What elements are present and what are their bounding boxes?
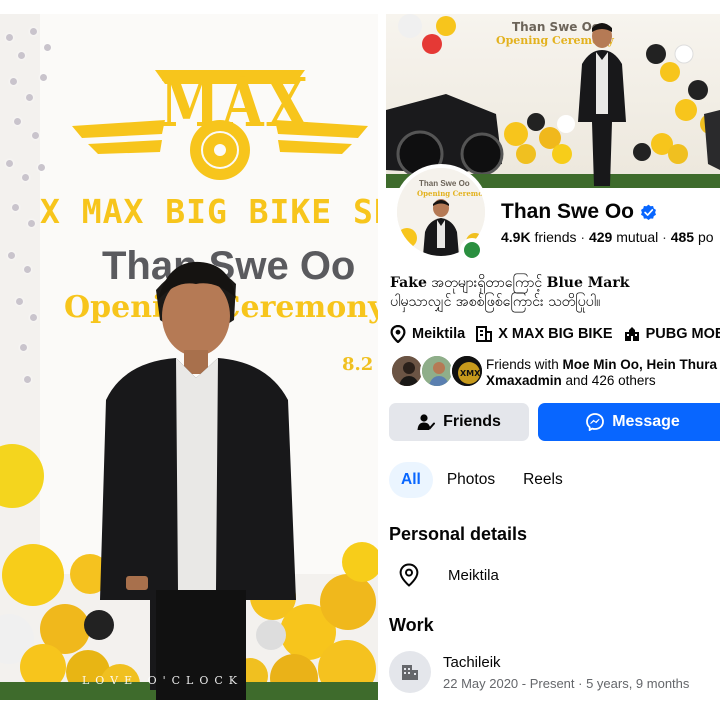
profile-name-text: Than Swe Oo xyxy=(501,200,635,223)
profile-tabs: All Photos Reels xyxy=(389,462,577,498)
friends-with-name-3: Xmaxadmin xyxy=(486,373,562,388)
friends-with-others: and 426 others xyxy=(561,373,656,388)
stats-separator: · xyxy=(580,229,586,245)
facebook-profile-panel: Than Swe Oo Opening Ceremony Than Swe Oo… xyxy=(380,0,720,720)
message-button-label: Message xyxy=(612,413,680,430)
location-pin-icon xyxy=(399,563,419,587)
mutual-friends-avatars[interactable]: XMX xyxy=(390,354,486,390)
intro-workplace[interactable]: X MAX BIG BIKE xyxy=(476,326,613,342)
friends-button-label: Friends xyxy=(443,413,501,430)
backdrop-logo-text: MAX xyxy=(160,62,310,142)
work-employer[interactable]: Tachileik xyxy=(443,654,501,671)
tab-all[interactable]: All xyxy=(389,462,433,498)
bio-text: အတုများရှိတာကြောင့် xyxy=(426,275,547,291)
work-icon-container xyxy=(389,651,431,693)
mutual-count[interactable]: 429 xyxy=(589,229,612,245)
profile-stats: 4.9K friends · 429 mutual · 485 po xyxy=(501,229,714,245)
work-section-title: Work xyxy=(389,615,434,635)
friends-with-names: Moe Min Oo, Hein Thura xyxy=(562,357,718,372)
tab-reels[interactable]: Reels xyxy=(509,462,577,498)
intro-hobby-text: PUBG MOBILE xyxy=(645,326,720,342)
friend-check-icon xyxy=(417,414,436,430)
friends-with-prefix: Friends with xyxy=(486,357,563,372)
stats-separator: · xyxy=(662,229,667,245)
profile-bio: Fake အတုများရှိတာကြောင့် Blue Mark ပါမှသ… xyxy=(390,274,629,312)
backdrop-shop-name: X MAX BIG BIKE SHOP xyxy=(40,192,378,231)
messenger-icon xyxy=(586,413,605,431)
mutual-label: mutual xyxy=(616,229,659,245)
verified-badge-icon xyxy=(641,204,656,220)
intro-hobby[interactable]: PUBG MOBILE xyxy=(624,326,720,342)
mutual-friends-text[interactable]: Friends with Moe Min Oo, Hein Thura Xmax… xyxy=(486,357,717,389)
building-icon xyxy=(402,665,418,680)
location-pin-icon xyxy=(390,325,406,343)
intro-location[interactable]: Meiktila xyxy=(390,325,465,343)
person-photo xyxy=(100,261,296,700)
svg-text:XMX: XMX xyxy=(460,369,481,378)
online-status-dot xyxy=(460,238,484,262)
personal-detail-location-text: Meiktila xyxy=(448,566,499,584)
cover-photo[interactable]: Than Swe Oo Opening Ceremony xyxy=(386,14,720,188)
mutual-friend-avatar: XMX xyxy=(450,354,484,388)
building-icon xyxy=(476,326,493,342)
bio-line-2: ပါမှသာလျှင် အစစ်ဖြစ်ကြောင်း သတိပြုပါ။ xyxy=(390,294,601,310)
work-dates: 22 May 2020 - Present · 5 years, 9 month… xyxy=(443,676,690,691)
bio-bold-word: Fake xyxy=(390,275,427,291)
friends-count-label: friends xyxy=(534,229,577,245)
school-icon xyxy=(624,327,639,341)
svg-text:Than Swe Oo: Than Swe Oo xyxy=(419,179,470,188)
personal-details-title: Personal details xyxy=(389,524,528,544)
cover-scene xyxy=(386,14,720,188)
backdrop-date: 8.2 xyxy=(342,354,374,375)
intro-row: Meiktila X MAX BIG BIKE PUBG MOBILE xyxy=(390,325,720,343)
posts-count: 485 xyxy=(670,229,695,245)
friends-button[interactable]: Friends xyxy=(389,403,529,441)
photo-watermark: LOVE O'CLOCK xyxy=(82,674,244,687)
tab-photos[interactable]: Photos xyxy=(433,462,509,498)
mutual-friend-avatar xyxy=(420,354,454,388)
posts-label: po xyxy=(697,229,714,245)
personal-detail-location[interactable]: Meiktila xyxy=(398,563,499,587)
intro-workplace-text: X MAX BIG BIKE xyxy=(498,326,613,342)
intro-location-text: Meiktila xyxy=(412,326,466,342)
profile-name: Than Swe Oo xyxy=(501,200,657,224)
friends-count[interactable]: 4.9K xyxy=(501,229,531,245)
event-photo: MAX X MAX BIG BIKE SHOP Than Swe Oo Open… xyxy=(0,14,378,700)
mutual-friend-avatar xyxy=(390,354,424,388)
bio-blue-mark: Blue Mark xyxy=(546,275,630,291)
svg-text:Opening Ceremo: Opening Ceremo xyxy=(417,189,483,198)
message-button[interactable]: Message xyxy=(538,403,720,441)
